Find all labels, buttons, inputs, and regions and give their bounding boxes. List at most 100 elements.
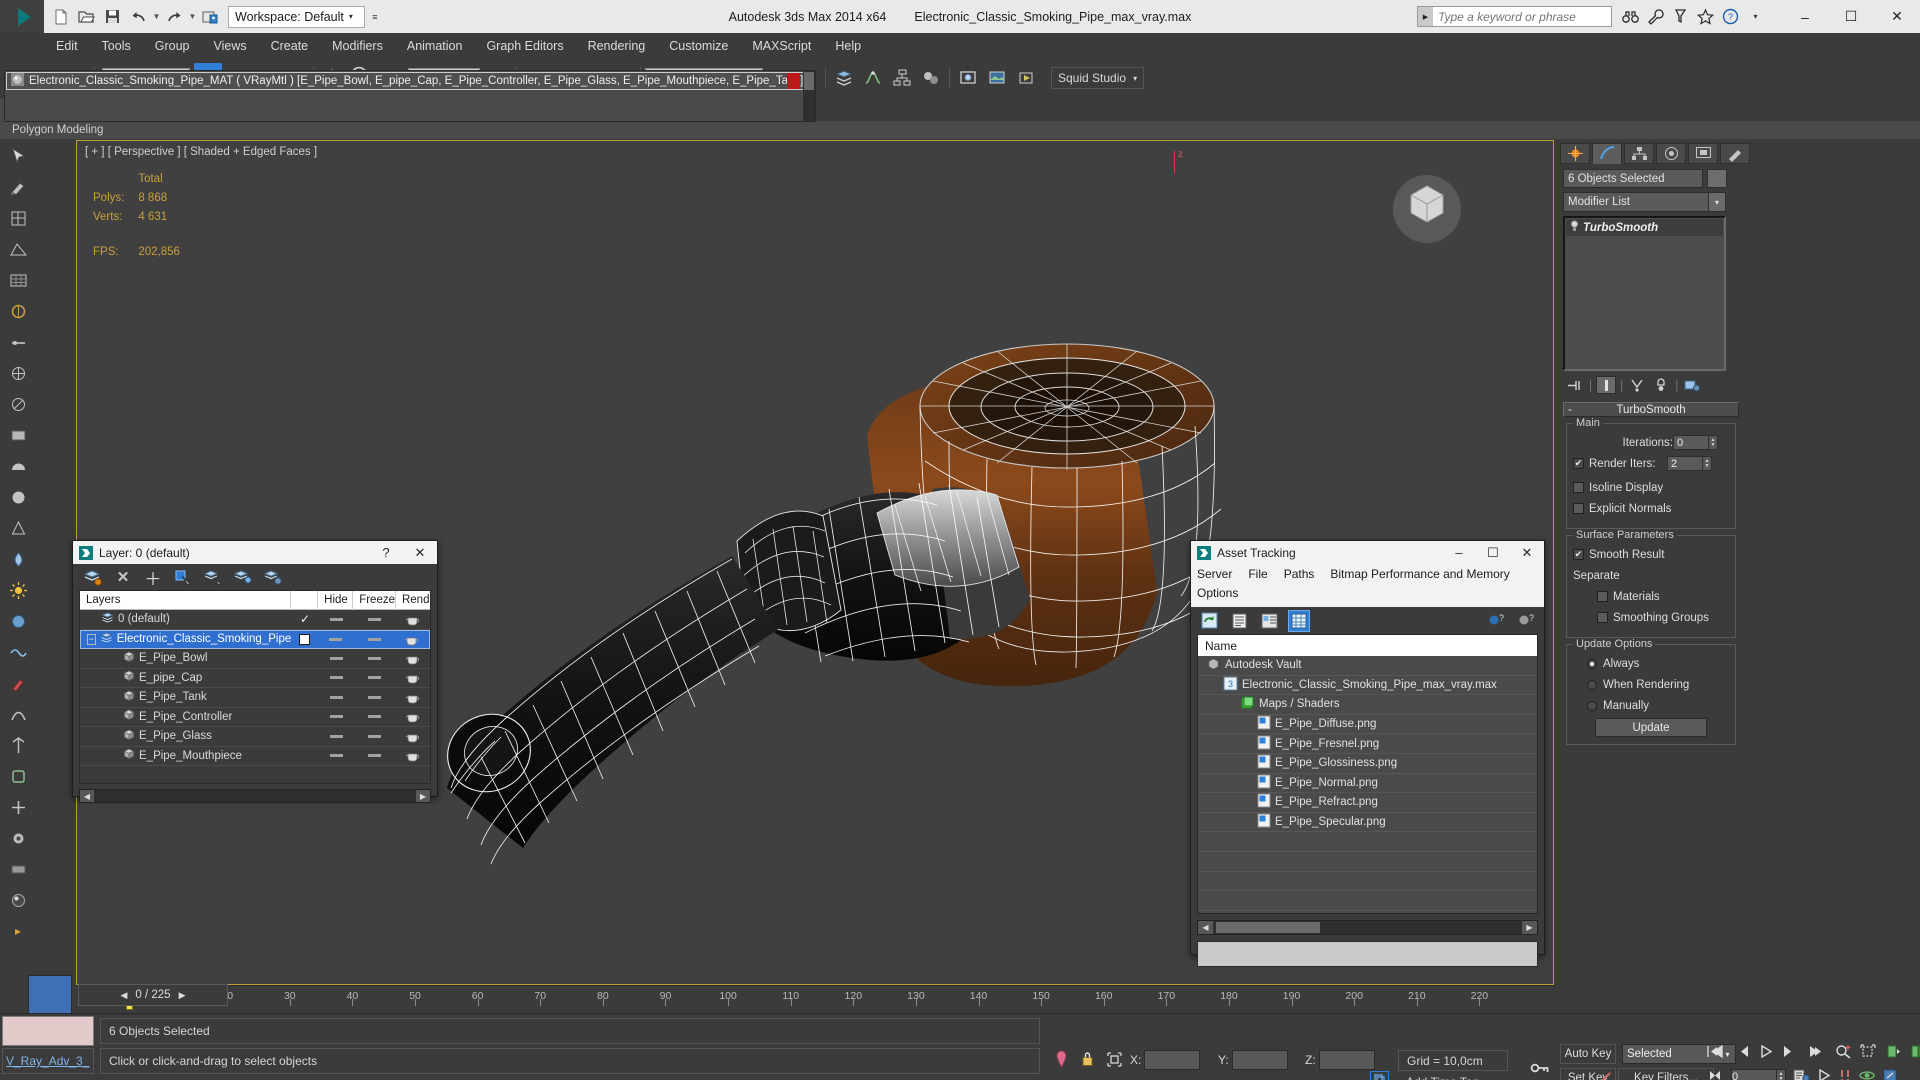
asset-menu-server[interactable]: Server [1197, 565, 1232, 584]
scroll-right-icon[interactable]: ▶ [416, 790, 430, 802]
help-icon[interactable]: ? [1516, 611, 1536, 631]
layer-freeze-cell[interactable] [354, 656, 397, 660]
app-logo-icon[interactable] [0, 0, 44, 33]
ribbon-tool-10-icon[interactable] [4, 484, 32, 510]
chevron-down-icon[interactable]: ▾ [1708, 193, 1725, 211]
maximize-button[interactable]: ☐ [1828, 0, 1874, 33]
scrollbar-thumb[interactable] [1216, 922, 1320, 933]
current-frame-input[interactable] [1731, 1068, 1777, 1080]
open-file-icon[interactable] [74, 3, 99, 30]
layer-properties-icon[interactable] [263, 567, 283, 587]
x-input[interactable] [1144, 1050, 1201, 1070]
lock-icon[interactable] [1081, 1051, 1094, 1070]
asset-row[interactable]: E_Pipe_Refract.png [1198, 793, 1537, 813]
help-dropdown-icon[interactable]: ▾ [1747, 8, 1764, 25]
menu-item-views[interactable]: Views [201, 33, 258, 59]
menu-item-rendering[interactable]: Rendering [576, 33, 658, 59]
add-layer-icon[interactable]: ＋ [143, 567, 163, 589]
layer-row[interactable]: E_Pipe_Controller [80, 708, 430, 727]
update-always-radio[interactable] [1587, 658, 1597, 669]
explicit-normals-checkbox[interactable] [1573, 503, 1584, 514]
layer-explorer-window[interactable]: Layer: 0 (default) ? ✕ ✕ ＋ Layers Hide F… [72, 540, 438, 803]
chevron-down-icon[interactable]: ▾ [344, 6, 358, 28]
layer-row[interactable]: E_Pipe_Tank [80, 688, 430, 708]
asset-path-field[interactable] [1197, 941, 1538, 967]
spinner-arrows-icon[interactable]: ▲ ▼ [1703, 456, 1712, 471]
show-end-result-icon[interactable] [1596, 376, 1617, 394]
iterations-input[interactable] [1673, 435, 1709, 450]
ribbon-tool-12-icon[interactable] [4, 546, 32, 572]
play-preview-icon[interactable] [1817, 1068, 1831, 1080]
configure-modifier-sets-icon[interactable] [1682, 376, 1702, 394]
render-production-icon[interactable] [1012, 63, 1040, 93]
layer-render-cell[interactable] [396, 750, 430, 762]
ribbon-tool-6-icon[interactable] [4, 360, 32, 386]
layer-row[interactable]: E_pipe_Cap [80, 669, 430, 688]
y-input[interactable] [1231, 1050, 1288, 1070]
ribbon-tool-7-icon[interactable] [4, 391, 32, 417]
layer-hide-cell[interactable] [318, 637, 353, 641]
render-iters-input[interactable] [1667, 456, 1703, 471]
display-tab[interactable] [1688, 143, 1718, 164]
key-mode-nav-icon[interactable] [1706, 1069, 1724, 1080]
go-to-end-icon[interactable] [1808, 1045, 1826, 1061]
asset-maximize-button[interactable]: ☐ [1476, 541, 1510, 564]
layer-freeze-cell[interactable] [354, 715, 397, 719]
lightbulb-icon[interactable] [1570, 220, 1579, 235]
ribbon-tool-14-icon[interactable] [4, 639, 32, 665]
select-objects-in-layer-icon[interactable] [173, 567, 193, 587]
layer-hide-cell[interactable] [319, 734, 354, 738]
layer-render-cell[interactable] [396, 711, 430, 723]
layer-row[interactable]: E_Pipe_Glass [80, 727, 430, 747]
asset-minimize-button[interactable]: – [1442, 541, 1476, 564]
orbit-icon[interactable] [1859, 1068, 1875, 1080]
search-dropdown-icon[interactable]: ▶ [1418, 7, 1433, 26]
paint-tool-icon[interactable] [4, 174, 32, 200]
expand-collapse-icon[interactable] [108, 711, 119, 722]
modify-tab[interactable] [1592, 143, 1622, 164]
material-list-scrollbar[interactable] [803, 71, 815, 121]
layer-render-cell[interactable] [395, 634, 429, 646]
scroll-right-icon[interactable]: ▶ [1522, 921, 1537, 934]
layer-manager-icon[interactable] [830, 63, 858, 93]
selection-lock-pin-icon[interactable] [1055, 1050, 1068, 1071]
layer-hide-cell[interactable] [319, 754, 354, 758]
workspace-menu-icon[interactable]: ≡ [366, 6, 384, 28]
ribbon-tool-18-icon[interactable] [4, 794, 32, 820]
layer-hide-cell[interactable] [319, 715, 354, 719]
minimize-button[interactable]: – [1782, 0, 1828, 33]
frame-counter[interactable]: ◀ 0 / 225 ▶ [78, 984, 228, 1006]
layer-render-cell[interactable] [396, 692, 430, 704]
expand-collapse-icon[interactable] [108, 731, 119, 742]
current-material-name[interactable]: V_Ray_Adv_3_ [2, 1048, 94, 1074]
key-filters-button[interactable]: Key Filters... [1618, 1068, 1714, 1080]
asset-row[interactable]: E_Pipe_Specular.png [1198, 813, 1537, 833]
utilities-tab[interactable] [1720, 143, 1750, 164]
time-tag-toggle-icon[interactable] [1370, 1071, 1389, 1080]
remove-modifier-icon[interactable] [1651, 376, 1671, 394]
update-manually-radio[interactable] [1587, 700, 1597, 711]
asset-close-button[interactable]: ✕ [1510, 541, 1544, 564]
layer-render-cell[interactable] [396, 614, 430, 626]
hierarchy-tab[interactable] [1624, 143, 1654, 164]
menu-item-create[interactable]: Create [259, 33, 321, 59]
layer-freeze-cell[interactable] [354, 695, 397, 699]
asset-tracking-window[interactable]: Asset Tracking – ☐ ✕ Server File Paths B… [1190, 540, 1545, 967]
motion-tab[interactable] [1656, 143, 1686, 164]
ribbon-tool-17-icon[interactable] [4, 763, 32, 789]
layer-horizontal-scrollbar[interactable]: ◀ ▶ [79, 789, 431, 803]
undo-dropdown-icon[interactable]: ▼ [152, 12, 161, 21]
update-when-rendering-row[interactable]: When Rendering [1573, 676, 1729, 693]
asset-row[interactable]: E_Pipe_Glossiness.png [1198, 754, 1537, 774]
asset-row[interactable]: Autodesk Vault [1198, 656, 1537, 676]
render-setup-icon[interactable] [954, 63, 982, 93]
go-to-start-icon[interactable] [1706, 1044, 1724, 1061]
object-color-swatch[interactable] [1707, 169, 1727, 188]
alert-icon[interactable] [1838, 1069, 1852, 1080]
redo-icon[interactable] [162, 3, 187, 30]
workspace-selector[interactable]: Workspace: Default ▾ [228, 5, 365, 28]
menu-item-help[interactable]: Help [823, 33, 873, 59]
ribbon-tool-5-icon[interactable] [4, 329, 32, 355]
layer-freeze-cell[interactable] [354, 734, 397, 738]
layer-current-cell[interactable]: ✓ [291, 612, 318, 626]
